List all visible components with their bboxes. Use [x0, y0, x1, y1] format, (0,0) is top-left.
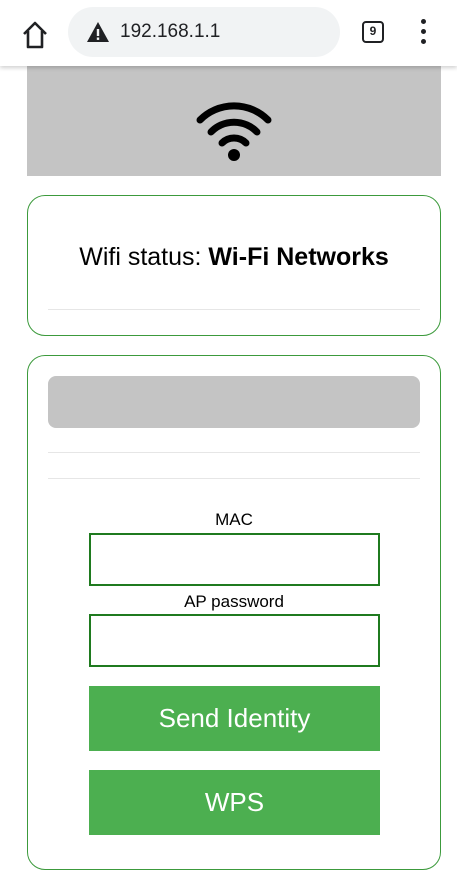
- status-card: Wifi status: Wi-Fi Networks: [27, 195, 441, 336]
- tabs-icon[interactable]: 9: [362, 21, 384, 43]
- mac-label: MAC: [215, 510, 253, 529]
- home-button[interactable]: [20, 20, 50, 50]
- wps-button[interactable]: WPS: [89, 770, 380, 835]
- header-banner: [27, 62, 441, 176]
- wifi-icon: [196, 102, 272, 161]
- network-list-placeholder: [48, 376, 420, 428]
- divider: [48, 452, 420, 453]
- menu-icon[interactable]: [416, 19, 430, 45]
- url-text: 192.168.1.1: [120, 21, 221, 42]
- ap-password-input[interactable]: [89, 614, 380, 667]
- send-identity-button[interactable]: Send Identity: [89, 686, 380, 751]
- home-icon: [23, 21, 47, 49]
- divider: [48, 309, 420, 310]
- status-label: Wifi status:: [79, 243, 202, 271]
- browser-toolbar: 192.168.1.1 9: [0, 0, 457, 66]
- identity-form-card: MAC AP password Send Identity WPS: [27, 355, 441, 870]
- divider: [48, 478, 420, 479]
- mac-input[interactable]: [89, 533, 380, 586]
- status-value: Wi-Fi Networks: [208, 243, 389, 271]
- warning-icon[interactable]: [86, 21, 110, 43]
- wifi-status: Wifi status: Wi-Fi Networks: [28, 242, 440, 272]
- ap-password-label: AP password: [184, 592, 284, 611]
- address-bar[interactable]: 192.168.1.1: [68, 7, 340, 57]
